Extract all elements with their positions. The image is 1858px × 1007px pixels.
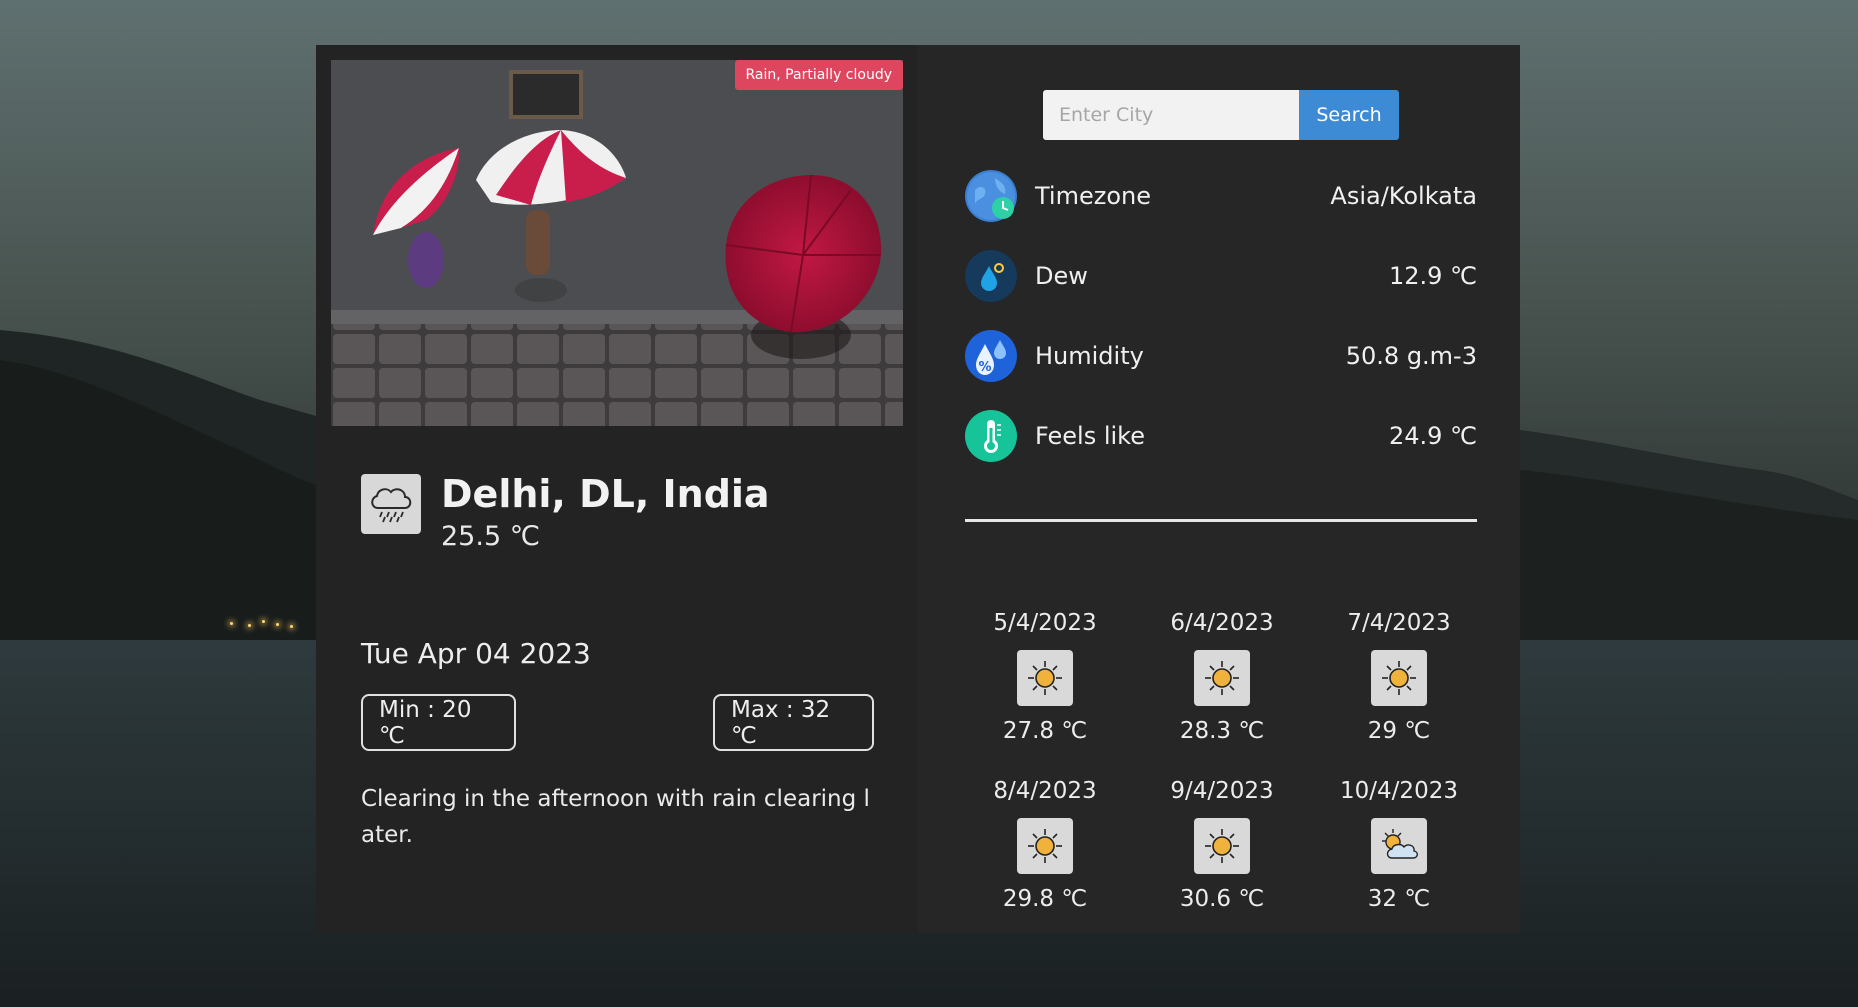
current-weather-panel: Rain, Partially cloudy Delhi, DL, India …	[316, 45, 918, 933]
forecast-temp: 32 ℃	[1367, 886, 1431, 912]
forecast-temp: 29 ℃	[1367, 718, 1431, 744]
feels-like-label: Feels like	[1035, 422, 1145, 450]
detail-row-timezone: Timezone Asia/Kolkata	[965, 170, 1477, 222]
min-temperature-box: Min : 20 ℃	[361, 694, 516, 751]
sun-icon	[1017, 818, 1073, 874]
partly-cloudy-icon	[1371, 818, 1427, 874]
dew-value: 12.9 ℃	[1388, 262, 1477, 290]
detail-row-feels-like: Feels like 24.9 ℃	[965, 410, 1477, 462]
city-search-input[interactable]	[1043, 90, 1299, 140]
forecast-date: 9/4/2023	[1170, 778, 1274, 804]
svg-text:%: %	[978, 360, 991, 375]
dew-drop-icon	[965, 250, 1017, 302]
weather-card: Rain, Partially cloudy Delhi, DL, India …	[316, 45, 1520, 933]
forecast-day: 7/4/2023 29 ℃	[1319, 607, 1479, 744]
background-city-lights	[200, 610, 300, 630]
detail-row-dew: Dew 12.9 ℃	[965, 250, 1477, 302]
forecast-date: 8/4/2023	[993, 778, 1097, 804]
rain-cloud-icon	[361, 474, 421, 534]
search-button[interactable]: Search	[1299, 90, 1399, 140]
sun-icon	[1194, 818, 1250, 874]
current-date: Tue Apr 04 2023	[361, 637, 591, 670]
forecast-date: 6/4/2023	[1170, 610, 1274, 636]
humidity-icon: %	[965, 330, 1017, 382]
city-name: Delhi, DL, India	[441, 472, 770, 516]
thermometer-icon	[965, 410, 1017, 462]
max-temperature-box: Max : 32 ℃	[713, 694, 874, 751]
forecast-day: 10/4/2023 32 ℃	[1319, 775, 1479, 912]
forecast-temp: 28.3 ℃	[1179, 718, 1265, 744]
humidity-value: 50.8 g.m-3	[1345, 342, 1477, 370]
weather-photo: Rain, Partially cloudy	[331, 60, 903, 426]
humidity-label: Humidity	[1035, 342, 1144, 370]
forecast-temp: 29.8 ℃	[1002, 886, 1088, 912]
forecast-date: 7/4/2023	[1347, 610, 1451, 636]
condition-badge: Rain, Partially cloudy	[734, 60, 903, 90]
forecast-temp: 30.6 ℃	[1179, 886, 1265, 912]
weather-description: Clearing in the afternoon with rain clea…	[361, 786, 870, 848]
forecast-day: 5/4/2023 27.8 ℃	[965, 607, 1125, 744]
details-panel: Search Timezone Asia/Kolkata	[918, 45, 1520, 933]
feels-like-value: 24.9 ℃	[1388, 422, 1477, 450]
city-search: Search	[1043, 90, 1399, 140]
forecast-temp: 27.8 ℃	[1002, 718, 1088, 744]
forecast-date: 5/4/2023	[993, 610, 1097, 636]
sun-icon	[1194, 650, 1250, 706]
section-divider	[965, 519, 1477, 522]
forecast-day: 8/4/2023 29.8 ℃	[965, 775, 1125, 912]
forecast-day: 6/4/2023 28.3 ℃	[1142, 607, 1302, 744]
sun-icon	[1371, 650, 1427, 706]
forecast-day: 9/4/2023 30.6 ℃	[1142, 775, 1302, 912]
current-temperature: 25.5 ℃	[441, 521, 541, 552]
umbrellas-rain-image	[331, 60, 903, 426]
city-summary: Delhi, DL, India 25.5 ℃	[361, 471, 770, 552]
forecast-date: 10/4/2023	[1340, 778, 1458, 804]
timezone-label: Timezone	[1035, 182, 1151, 210]
globe-clock-icon	[965, 170, 1017, 222]
detail-row-humidity: % Humidity 50.8 g.m-3	[965, 330, 1477, 382]
dew-label: Dew	[1035, 262, 1088, 290]
sun-icon	[1017, 650, 1073, 706]
timezone-value: Asia/Kolkata	[1330, 182, 1477, 210]
